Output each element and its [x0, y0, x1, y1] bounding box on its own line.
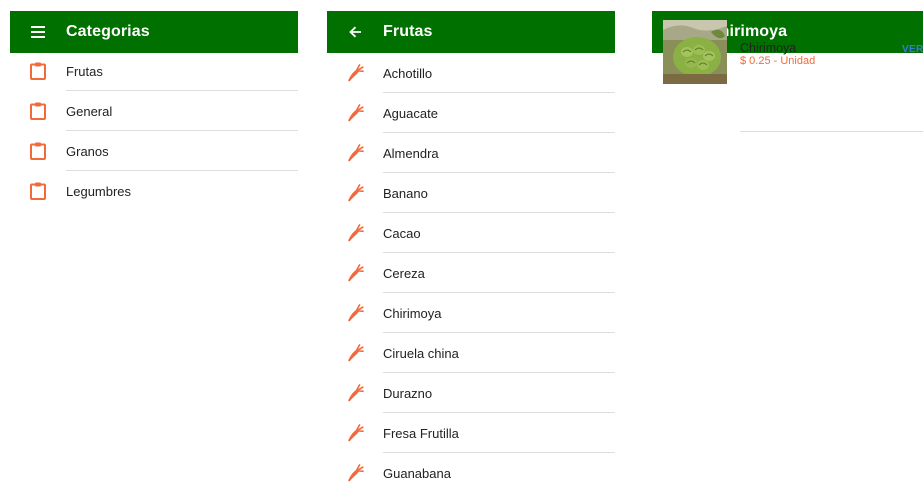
- category-item-legumbres[interactable]: Legumbres: [10, 171, 298, 211]
- carrot-icon: [327, 333, 383, 373]
- fruit-label: Aguacate: [383, 105, 438, 121]
- category-label: Granos: [66, 143, 109, 159]
- product-name: Chirimoya: [740, 41, 797, 55]
- fruit-item[interactable]: Ciruela china: [327, 333, 615, 373]
- category-item-general[interactable]: General: [10, 91, 298, 131]
- carrot-icon: [327, 373, 383, 413]
- carrot-icon: [327, 293, 383, 333]
- menu-icon: [31, 26, 45, 38]
- fruit-label: Chirimoya: [383, 305, 442, 321]
- category-label: Frutas: [66, 63, 103, 79]
- fruit-label: Durazno: [383, 385, 433, 401]
- fruit-list: Achotillo Aguacate Almendra Banano Cacao Cere…: [327, 53, 615, 488]
- category-label: Legumbres: [66, 183, 132, 199]
- carrot-icon: [327, 413, 383, 453]
- menu-button[interactable]: [10, 11, 66, 53]
- fruit-label: Almendra: [383, 145, 439, 161]
- category-item-granos[interactable]: Granos: [10, 131, 298, 171]
- back-button[interactable]: [327, 11, 383, 53]
- fruit-label: Cacao: [383, 225, 421, 241]
- fruit-item[interactable]: Chirimoya: [327, 293, 615, 333]
- product-image: [663, 20, 727, 84]
- clipboard-icon: [10, 131, 66, 171]
- app-bar: Frutas: [327, 11, 615, 53]
- category-label: General: [66, 103, 113, 119]
- fruit-label: Ciruela china: [383, 345, 459, 361]
- back-arrow-icon: [348, 26, 361, 38]
- fruit-item[interactable]: Cacao: [327, 213, 615, 253]
- product-info: Chirimoya $ 0.25 - Unidad: [740, 41, 815, 68]
- carrot-icon: [327, 173, 383, 213]
- carrot-icon: [327, 93, 383, 133]
- fruit-item[interactable]: Fresa Frutilla: [327, 413, 615, 453]
- view-button[interactable]: VER: [902, 44, 923, 55]
- fruit-item[interactable]: Durazno: [327, 373, 615, 413]
- carrot-icon: [327, 213, 383, 253]
- fruit-item[interactable]: Cereza: [327, 253, 615, 293]
- category-item-frutas[interactable]: Frutas: [10, 51, 298, 91]
- clipboard-icon: [10, 91, 66, 131]
- fruit-label: Cereza: [383, 265, 425, 281]
- fruit-label: Fresa Frutilla: [383, 425, 459, 441]
- fruit-label: Guanabana: [383, 465, 451, 481]
- page-title: Frutas: [383, 23, 433, 40]
- product-price: $ 0.25 - Unidad: [740, 55, 816, 67]
- page-title: Categorias: [66, 23, 150, 40]
- fruit-item[interactable]: Aguacate: [327, 93, 615, 133]
- clipboard-icon: [10, 51, 66, 91]
- categories-screen: Categorias Frutas General Granos Legumbr…: [10, 11, 298, 488]
- fruits-screen: Frutas Achotillo Aguacate Almendra Banano Ca…: [327, 11, 615, 488]
- fruit-item[interactable]: Almendra: [327, 133, 615, 173]
- category-list: Frutas General Granos Legumbres: [10, 51, 298, 211]
- fruit-item[interactable]: Guanabana: [327, 453, 615, 488]
- carrot-icon: [327, 253, 383, 293]
- product-screen: Chirimoya Chirimoya $ 0.25 - Unidad VER: [652, 11, 923, 488]
- fruit-item[interactable]: Achotillo: [327, 53, 615, 93]
- divider: [740, 131, 923, 132]
- carrot-icon: [327, 453, 383, 488]
- clipboard-icon: [10, 171, 66, 211]
- fruit-label: Banano: [383, 185, 428, 201]
- carrot-icon: [327, 133, 383, 173]
- fruit-label: Achotillo: [383, 65, 433, 81]
- app-bar: Categorias: [10, 11, 298, 53]
- carrot-icon: [327, 53, 383, 93]
- fruit-item[interactable]: Banano: [327, 173, 615, 213]
